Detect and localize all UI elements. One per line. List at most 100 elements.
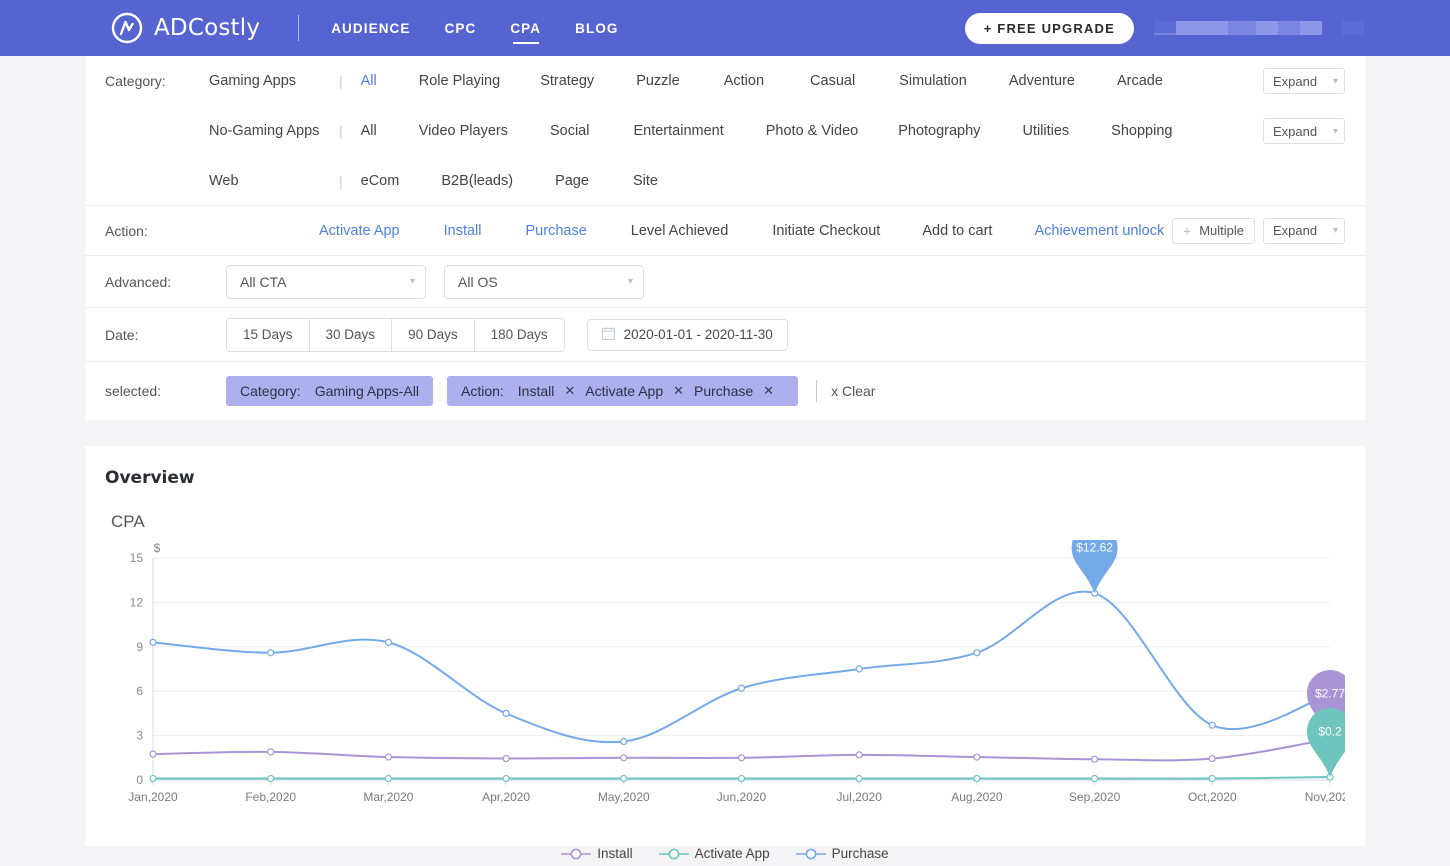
date-preset-30-days[interactable]: 30 Days — [309, 318, 393, 351]
data-point — [384, 774, 392, 783]
advanced-row: Advanced: All CTA ▾ All OS ▾ — [85, 256, 1365, 308]
category-option-utilities[interactable]: Utilities — [1022, 123, 1069, 139]
data-point — [267, 748, 275, 756]
y-axis-tick: 0 — [136, 773, 143, 787]
category-option-nogaming-all[interactable]: All — [361, 123, 377, 139]
data-point — [149, 638, 157, 646]
chart-svg: $0 3 6 9 12 15 Jan,2020 Feb,2020 Mar,2020 Apr,202… — [128, 524, 1356, 804]
category-option-video-players[interactable]: Video Players — [419, 123, 508, 139]
date-range-picker[interactable]: 2020-01-01 - 2020-11-30 — [586, 318, 788, 351]
selected-tag-value-install: Install — [517, 383, 555, 399]
annotation-marker: $0.2 — [1307, 708, 1353, 778]
cta-select-value: All CTA — [240, 273, 287, 290]
data-point — [149, 774, 157, 783]
selected-divider — [816, 380, 818, 402]
multiple-button[interactable]: + Multiple — [1172, 217, 1255, 244]
legend-label-install: Install — [597, 846, 633, 861]
nav-item-blog[interactable]: BLOG — [575, 0, 618, 56]
date-preset-180-days[interactable]: 180 Days — [474, 318, 564, 351]
nav-item-audience[interactable]: AUDIENCE — [331, 0, 410, 56]
category-option-role-playing[interactable]: Role Playing — [419, 73, 500, 89]
category-option-social[interactable]: Social — [550, 123, 590, 139]
category-option-arcade[interactable]: Arcade — [1117, 73, 1163, 89]
expand-label: Expand — [1273, 123, 1318, 139]
action-option-activate-app[interactable]: Activate App — [319, 223, 400, 239]
expand-label: Expand — [1273, 223, 1318, 238]
x-axis-label: Apr,2020 — [482, 790, 530, 804]
date-range-value: 2020-01-01 - 2020-11-30 — [623, 327, 773, 342]
y-axis-tick: 3 — [136, 729, 143, 743]
category-option-adventure[interactable]: Adventure — [1009, 73, 1075, 89]
cpa-line-chart: $0 3 6 9 12 15 Jan,2020 Feb,2020 Mar,2020 Apr,202… — [105, 524, 1356, 840]
selected-tag-value-purchase: Purchase — [694, 383, 754, 399]
brand[interactable]: ADCostly — [110, 11, 260, 45]
data-point — [973, 649, 981, 657]
remove-activate-app-icon[interactable]: ✕ — [673, 383, 684, 399]
header-divider — [298, 15, 300, 41]
chart-subtitle: CPA — [111, 512, 145, 531]
category-option-photo-video[interactable]: Photo & Video — [766, 123, 858, 139]
free-upgrade-button[interactable]: + FREE UPGRADE — [964, 12, 1134, 44]
category-option-shopping[interactable]: Shopping — [1111, 123, 1172, 139]
group-name-no-gaming-apps[interactable]: No-Gaming Apps — [209, 123, 339, 139]
expand-label: Expand — [1273, 73, 1318, 89]
redacted-account-area — [1154, 21, 1364, 35]
remove-install-icon[interactable]: ✕ — [564, 383, 575, 399]
category-option-photography[interactable]: Photography — [898, 123, 980, 139]
data-point — [737, 774, 746, 783]
action-option-level-achieved[interactable]: Level Achieved — [631, 223, 729, 239]
action-option-initiate-checkout[interactable]: Initiate Checkout — [772, 223, 880, 239]
legend-item-install[interactable]: Install — [561, 846, 633, 861]
expand-select-gaming[interactable]: Expand ▾ — [1263, 68, 1345, 94]
selected-tag-key: Category: — [240, 383, 301, 399]
category-option-b2b-leads[interactable]: B2B(leads) — [441, 173, 513, 189]
action-option-purchase[interactable]: Purchase — [526, 223, 587, 239]
legend-item-activate-app[interactable]: Activate App — [658, 846, 770, 861]
data-point — [973, 753, 981, 761]
selected-row: selected: Category: Gaming Apps-All Acti… — [85, 362, 1365, 420]
selected-tag-key: Action: — [460, 383, 504, 399]
date-preset-90-days[interactable]: 90 Days — [392, 318, 475, 351]
category-option-simulation[interactable]: Simulation — [899, 73, 967, 89]
category-option-action[interactable]: Action — [724, 73, 764, 89]
date-preset-group: 15 Days 30 Days 90 Days 180 Days — [226, 317, 565, 352]
legend-item-purchase[interactable]: Purchase — [795, 846, 889, 861]
remove-purchase-icon[interactable]: ✕ — [763, 383, 774, 399]
nav-item-cpc[interactable]: CPC — [445, 0, 477, 56]
action-option-add-to-cart[interactable]: Add to cart — [922, 223, 992, 239]
legend-label-activate-app: Activate App — [694, 846, 770, 861]
group-name-gaming-apps[interactable]: Gaming Apps — [209, 73, 339, 89]
x-axis-label: Aug,2020 — [951, 790, 1003, 804]
x-axis-label: May,2020 — [598, 790, 650, 804]
data-point — [149, 750, 157, 758]
category-option-casual[interactable]: Casual — [810, 73, 855, 89]
selected-tag-value-activate-app: Activate App — [585, 383, 664, 399]
calendar-icon — [601, 326, 615, 343]
clear-button[interactable]: x Clear — [831, 383, 875, 399]
category-option-ecom[interactable]: eCom — [361, 173, 400, 189]
annotation-label: $2.77 — [1315, 687, 1345, 701]
expand-select-nogaming[interactable]: Expand ▾ — [1263, 118, 1345, 144]
expand-select-action[interactable]: Expand ▾ — [1263, 217, 1345, 244]
selected-tag-value-gaming-apps-all: Gaming Apps-All — [314, 383, 419, 399]
action-option-achievement-unlock[interactable]: Achievement unlock — [1034, 223, 1164, 239]
group-name-web[interactable]: Web — [209, 173, 339, 189]
cta-select[interactable]: All CTA ▾ — [226, 264, 426, 299]
os-select[interactable]: All OS ▾ — [444, 264, 644, 299]
series-line-purchase — [152, 590, 1331, 744]
category-option-all[interactable]: All — [361, 73, 377, 89]
data-point — [620, 774, 628, 783]
category-option-puzzle[interactable]: Puzzle — [636, 73, 680, 89]
category-option-page[interactable]: Page — [555, 173, 589, 189]
data-point — [267, 774, 275, 783]
data-point — [620, 754, 628, 762]
nav-item-cpa[interactable]: CPA — [510, 0, 541, 56]
category-option-site[interactable]: Site — [633, 173, 658, 189]
category-option-entertainment[interactable]: Entertainment — [633, 123, 723, 139]
data-point — [502, 709, 510, 717]
x-axis-label: Feb,2020 — [245, 790, 296, 804]
date-preset-15-days[interactable]: 15 Days — [227, 318, 310, 351]
annotation-marker: $12.62 — [1071, 524, 1118, 594]
action-option-install[interactable]: Install — [444, 223, 482, 239]
category-option-strategy[interactable]: Strategy — [540, 73, 594, 89]
